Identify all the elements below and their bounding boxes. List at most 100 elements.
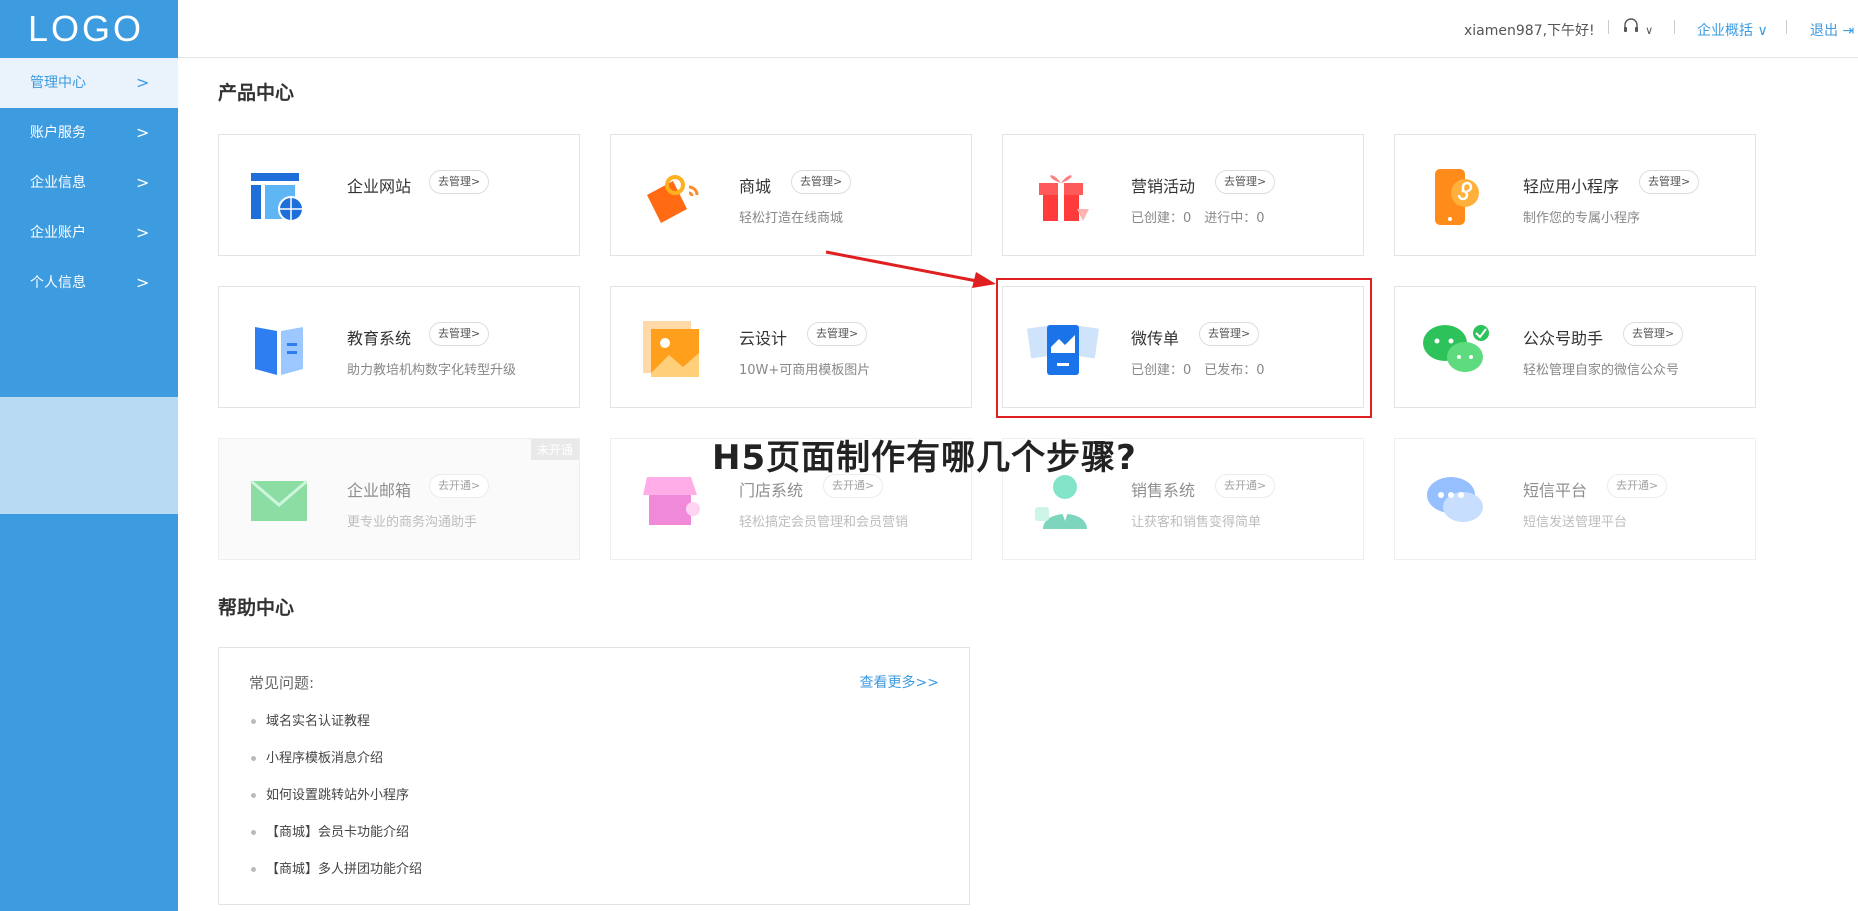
sidebar-item-management-center[interactable]: 管理中心 > xyxy=(0,58,178,108)
product-desc: 轻松搞定会员管理和会员营销 xyxy=(739,515,909,530)
product-card-education[interactable]: 教育系统 去管理> 助力教培机构数字化转型升级 xyxy=(218,286,580,408)
manage-button[interactable]: 去管理> xyxy=(1215,170,1276,194)
product-name: 门店系统 xyxy=(739,481,804,500)
sidebar-item-account-service[interactable]: 账户服务 > xyxy=(0,108,178,158)
chevron-right-icon: > xyxy=(136,273,150,292)
faq-item-label: 小程序模板消息介绍 xyxy=(266,751,384,766)
divider xyxy=(1674,20,1675,34)
product-name: 销售系统 xyxy=(1131,481,1196,500)
open-button[interactable]: 去开通> xyxy=(1215,474,1276,498)
view-more-link[interactable]: 查看更多>> xyxy=(860,672,939,692)
store-icon xyxy=(643,477,700,525)
product-name: 商城 xyxy=(739,177,772,196)
product-desc: 让获客和销售变得简单 xyxy=(1131,515,1262,530)
faq-item[interactable]: 【商城】多人拼团功能介绍 xyxy=(251,858,422,895)
product-name: 企业邮箱 xyxy=(347,481,412,500)
open-button[interactable]: 去开通> xyxy=(429,474,490,498)
faq-item[interactable]: 如何设置跳转站外小程序 xyxy=(251,784,422,821)
faq-item-label: 如何设置跳转站外小程序 xyxy=(266,788,410,803)
sidebar-item-label: 账户服务 xyxy=(30,125,86,141)
divider xyxy=(1786,20,1787,34)
manage-button[interactable]: 去管理> xyxy=(429,322,490,346)
product-card-official-account[interactable]: 公众号助手 去管理> 轻松管理自家的微信公众号 xyxy=(1394,286,1756,408)
manage-button[interactable]: 去管理> xyxy=(791,170,852,194)
image-icon xyxy=(643,321,699,377)
faq-item[interactable]: 【商城】会员卡功能介绍 xyxy=(251,821,422,858)
logout-link[interactable]: 退出 ⇥ xyxy=(1810,20,1854,40)
product-card-sms[interactable]: 短信平台 去开通> 短信发送管理平台 xyxy=(1394,438,1756,560)
product-card-website[interactable]: 企业网站 去管理> xyxy=(218,134,580,256)
sidebar-item-company-info[interactable]: 企业信息 > xyxy=(0,158,178,208)
sidebar-shade xyxy=(0,397,178,514)
faq-item[interactable]: 小程序模板消息介绍 xyxy=(251,747,422,784)
red-arrow-annotation xyxy=(825,250,996,288)
sidebar-item-label: 企业账户 xyxy=(30,225,86,241)
overlay-title: H5页面制作有哪几个步骤? xyxy=(712,438,1137,478)
product-name: 云设计 xyxy=(739,329,788,348)
highlight-box xyxy=(996,278,1372,418)
sidebar-item-label: 企业信息 xyxy=(30,175,86,191)
manage-button[interactable]: 去管理> xyxy=(807,322,868,346)
sidebar: LOGO 管理中心 > 账户服务 > 企业信息 > 企业账户 > 个人信息 > xyxy=(0,0,178,911)
product-name: 公众号助手 xyxy=(1523,329,1604,348)
mini-program-icon xyxy=(1435,169,1479,225)
product-desc: 轻松打造在线商城 xyxy=(739,211,844,226)
product-desc: 短信发送管理平台 xyxy=(1523,515,1628,530)
faq-item-label: 【商城】会员卡功能介绍 xyxy=(266,825,410,840)
logo: LOGO xyxy=(28,8,145,49)
bullet-icon xyxy=(251,756,256,761)
product-desc: 更专业的商务沟通助手 xyxy=(347,515,478,530)
bullet-icon xyxy=(251,867,256,872)
shopping-bag-icon xyxy=(647,175,699,223)
manage-button[interactable]: 去管理> xyxy=(1639,170,1700,194)
status-badge: 未开通 xyxy=(530,439,579,460)
product-desc: 10W+可商用模板图片 xyxy=(739,363,871,378)
product-name: 短信平台 xyxy=(1523,481,1588,500)
product-name: 企业网站 xyxy=(347,177,412,196)
wechat-icon xyxy=(1423,323,1491,372)
bullet-icon xyxy=(251,793,256,798)
faq-label: 常见问题: xyxy=(249,674,315,692)
gift-icon xyxy=(1039,175,1089,221)
manage-button[interactable]: 去管理> xyxy=(1623,322,1684,346)
greeting-text: xiamen987,下午好! xyxy=(1464,23,1595,39)
top-header: xiamen987,下午好! ∨ 企业概括 ∨ 退出 ⇥ xyxy=(178,0,1858,58)
chevron-right-icon: > xyxy=(136,123,150,142)
headset-icon xyxy=(1624,18,1638,32)
product-name: 轻应用小程序 xyxy=(1523,177,1620,196)
faq-item-label: 域名实名认证教程 xyxy=(266,714,371,729)
product-card-mini-program[interactable]: 轻应用小程序 去管理> 制作您的专属小程序 xyxy=(1394,134,1756,256)
faq-item-label: 【商城】多人拼团功能介绍 xyxy=(266,862,423,877)
support-menu[interactable]: ∨ xyxy=(1622,18,1653,38)
product-name: 教育系统 xyxy=(347,329,412,348)
help-box: 常见问题: 查看更多>> 域名实名认证教程 小程序模板消息介绍 如何设置跳转站外… xyxy=(218,647,970,905)
product-card-marketing[interactable]: 营销活动 去管理> 已创建：0 进行中：0 xyxy=(1002,134,1364,256)
company-overview-menu[interactable]: 企业概括 ∨ xyxy=(1697,20,1768,40)
website-icon xyxy=(251,173,304,222)
chat-bubble-icon xyxy=(1427,477,1483,522)
help-center-title: 帮助中心 xyxy=(218,597,295,619)
manage-button[interactable]: 去管理> xyxy=(429,170,490,194)
bullet-icon xyxy=(251,719,256,724)
bullet-icon xyxy=(251,830,256,835)
sidebar-item-label: 管理中心 xyxy=(30,75,86,91)
product-desc: 轻松管理自家的微信公众号 xyxy=(1523,363,1680,378)
open-button[interactable]: 去开通> xyxy=(1607,474,1668,498)
chevron-down-icon: ∨ xyxy=(1645,24,1654,37)
sidebar-item-label: 个人信息 xyxy=(30,275,86,291)
faq-list: 域名实名认证教程 小程序模板消息介绍 如何设置跳转站外小程序 【商城】会员卡功能… xyxy=(251,710,422,895)
product-card-cloud-design[interactable]: 云设计 去管理> 10W+可商用模板图片 xyxy=(610,286,972,408)
chevron-right-icon: > xyxy=(136,73,150,92)
chevron-right-icon: > xyxy=(136,173,150,192)
sidebar-item-personal-info[interactable]: 个人信息 > xyxy=(0,258,178,308)
book-icon xyxy=(255,327,303,375)
product-desc: 制作您的专属小程序 xyxy=(1523,211,1641,226)
mail-icon xyxy=(250,479,308,521)
chevron-right-icon: > xyxy=(136,223,150,242)
product-card-email[interactable]: 未开通 企业邮箱 去开通> 更专业的商务沟通助手 xyxy=(218,438,580,560)
sidebar-item-company-account[interactable]: 企业账户 > xyxy=(0,208,178,258)
faq-item[interactable]: 域名实名认证教程 xyxy=(251,710,422,747)
product-card-mall[interactable]: 商城 去管理> 轻松打造在线商城 xyxy=(610,134,972,256)
product-desc: 已创建：0 进行中：0 xyxy=(1131,211,1265,226)
product-name: 营销活动 xyxy=(1131,177,1196,196)
